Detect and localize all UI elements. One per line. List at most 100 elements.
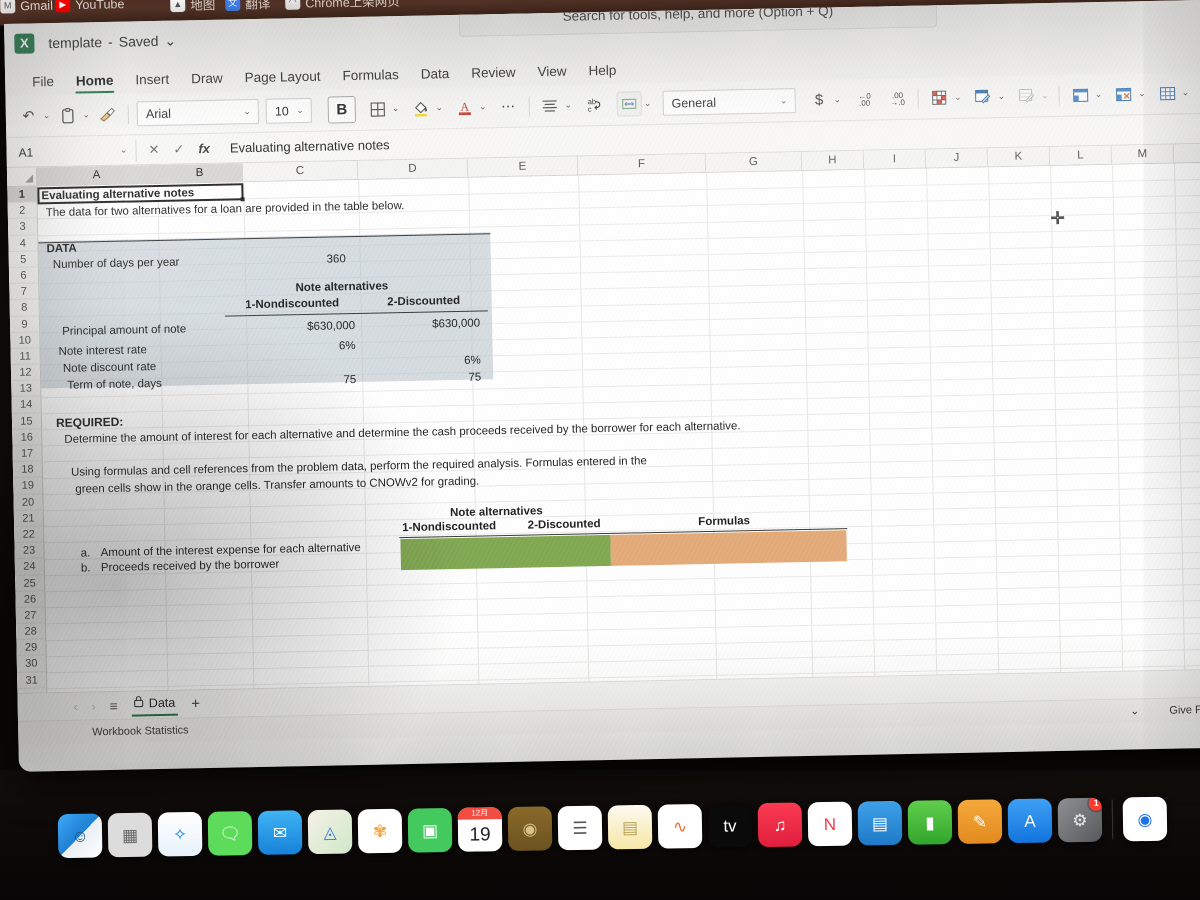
ribbon-tab-formulas[interactable]: Formulas (331, 64, 410, 90)
paste-button[interactable]: ⌄ (55, 101, 92, 130)
cell-A4[interactable]: DATA (46, 243, 76, 256)
orange-formula-cells[interactable] (610, 530, 847, 566)
ribbon-tab-view[interactable]: View (526, 61, 578, 86)
dock-icon-keynote[interactable]: ▤ (857, 800, 903, 846)
font-size-select[interactable]: 10 ⌄ (265, 97, 313, 124)
row-header-3[interactable]: 3 (7, 218, 38, 236)
select-all-button[interactable] (6, 167, 38, 186)
column-header-B[interactable]: B (156, 163, 244, 183)
row-header-24[interactable]: 24 (14, 558, 45, 576)
formula-input[interactable]: Evaluating alternative notes (222, 137, 390, 155)
cell-D11[interactable]: 6% (371, 354, 481, 368)
chevron-down-icon[interactable]: ⌄ (118, 145, 130, 156)
font-color-button[interactable]: A ⌄ (452, 93, 489, 122)
row-header-14[interactable]: 14 (11, 396, 41, 414)
bookmark-youtube[interactable]: ▶ YouTube (55, 0, 124, 13)
cell-D9[interactable]: $630,000 (370, 318, 480, 332)
dock-icon-finder[interactable]: ☺ (57, 813, 103, 859)
dock-icon-notes[interactable]: ▤ (607, 804, 653, 850)
increase-decimal-button[interactable]: .00 →.0 (885, 86, 910, 111)
row-header-30[interactable]: 30 (16, 655, 47, 673)
dock-icon-apple-tv[interactable]: tv (707, 803, 753, 848)
all-sheets-button[interactable]: ≡ (110, 697, 118, 713)
chevron-down-icon[interactable]: ⌄ (1136, 88, 1148, 99)
row-header-13[interactable]: 13 (11, 380, 41, 398)
dock-icon-podcasts[interactable]: ◉ (507, 806, 553, 852)
number-format-select[interactable]: General ⌄ (662, 88, 796, 116)
column-header-I[interactable]: I (863, 149, 927, 169)
row-header-15[interactable]: 15 (11, 412, 42, 430)
column-header-J[interactable]: J (925, 148, 989, 168)
dock-icon-mail[interactable]: ✉ (257, 810, 303, 855)
row-header-26[interactable]: 26 (15, 590, 45, 608)
cell-styles-button[interactable]: ⌄ (1014, 82, 1051, 111)
prev-sheet-button[interactable]: ‹ (74, 699, 78, 713)
cell-A10[interactable]: Note interest rate (58, 344, 146, 358)
row-header-28[interactable]: 28 (16, 623, 46, 641)
next-sheet-button[interactable]: › (92, 699, 96, 713)
ribbon-tab-data[interactable]: Data (410, 63, 461, 88)
cell-A12[interactable]: Term of note, days (67, 378, 162, 392)
document-title[interactable]: template - Saved ⌄ (48, 32, 176, 52)
row-header-25[interactable]: 25 (15, 574, 45, 592)
dock-icon-music[interactable]: ♫ (757, 802, 803, 848)
insert-cells-button[interactable]: ⌄ (1067, 80, 1104, 109)
borders-button[interactable]: ⌄ (365, 95, 402, 124)
row-header-29[interactable]: 29 (16, 639, 46, 657)
wrap-text-button[interactable]: ab c (583, 92, 608, 117)
align-button[interactable]: ⌄ (537, 91, 574, 120)
row-header-20[interactable]: 20 (13, 493, 43, 511)
font-name-select[interactable]: Arial ⌄ (136, 98, 260, 127)
dock-icon-facetime[interactable]: ▣ (407, 807, 453, 853)
column-header-M[interactable]: M (1111, 144, 1175, 164)
cell-A22-letter[interactable]: b. (81, 562, 91, 574)
format-as-table-button[interactable]: ⌄ (970, 82, 1007, 111)
column-header-H[interactable]: H (801, 150, 865, 171)
chevron-down-icon[interactable]: ⌄ (433, 102, 445, 113)
more-font-options-button[interactable]: ⋯ (495, 94, 520, 119)
row-header-1[interactable]: 1 (7, 186, 37, 204)
chevron-down-icon[interactable]: ⌄ (831, 94, 843, 105)
add-sheet-button[interactable]: + (191, 695, 200, 712)
column-header-F[interactable]: F (577, 153, 707, 175)
dock-icon-system-settings[interactable]: ⚙ 1 (1057, 797, 1103, 843)
row-header-8[interactable]: 8 (9, 299, 39, 317)
cell-D12[interactable]: 75 (371, 371, 481, 385)
column-header-L[interactable]: L (1049, 145, 1113, 166)
row-header-16[interactable]: 16 (12, 429, 42, 446)
row-header-23[interactable]: 23 (14, 542, 44, 560)
row-header-4[interactable]: 4 (8, 234, 38, 252)
chevron-down-icon[interactable]: ⌄ (1039, 90, 1051, 101)
chevron-down-icon[interactable]: ⌄ (952, 92, 964, 103)
row-header-22[interactable]: 22 (14, 526, 44, 544)
cell-D8-discounted[interactable]: 2-Discounted (360, 294, 488, 309)
dock-icon-pages[interactable]: ✎ (957, 799, 1003, 844)
row-header-6[interactable]: 6 (8, 267, 39, 285)
row-header-19[interactable]: 19 (13, 477, 43, 495)
row-header-21[interactable]: 21 (13, 510, 44, 527)
undo-button[interactable]: ↶ ⌄ (16, 102, 53, 131)
row-header-31[interactable]: 31 (17, 671, 47, 689)
sheet-tab-data[interactable]: Data (131, 692, 178, 717)
row-header-27[interactable]: 27 (15, 607, 46, 624)
sheet-canvas[interactable]: Evaluating alternative notes The data fo… (37, 162, 1200, 693)
dock-icon-messages[interactable]: 🗨 (207, 811, 253, 856)
row-header-17[interactable]: 17 (12, 445, 42, 463)
fill-color-button[interactable]: ⌄ (408, 94, 445, 123)
chevron-down-icon[interactable]: ⌄ (562, 100, 574, 111)
zoom-caret-icon[interactable]: ⌄ (1130, 704, 1139, 717)
chevron-down-icon[interactable]: ⌄ (390, 103, 402, 114)
row-header-5[interactable]: 5 (8, 251, 38, 268)
chevron-down-icon[interactable]: ⌄ (241, 106, 253, 117)
chevron-down-icon[interactable]: ⌄ (642, 98, 654, 109)
row-header-7[interactable]: 7 (9, 283, 39, 301)
ribbon-tab-review[interactable]: Review (460, 62, 527, 87)
bookmark-google-translate[interactable]: 文翻译 (225, 0, 270, 13)
ribbon-tab-home[interactable]: Home (65, 70, 125, 95)
ribbon-tab-insert[interactable]: Insert (124, 68, 180, 93)
workbook-statistics-button[interactable]: Workbook Statistics (92, 724, 189, 738)
cell-C12[interactable]: 75 (256, 374, 356, 388)
dock-icon-google-chrome[interactable]: ◉ (1122, 796, 1168, 842)
cell-A21-letter[interactable]: a. (81, 547, 91, 559)
insert-function-button[interactable]: fx (198, 140, 210, 156)
